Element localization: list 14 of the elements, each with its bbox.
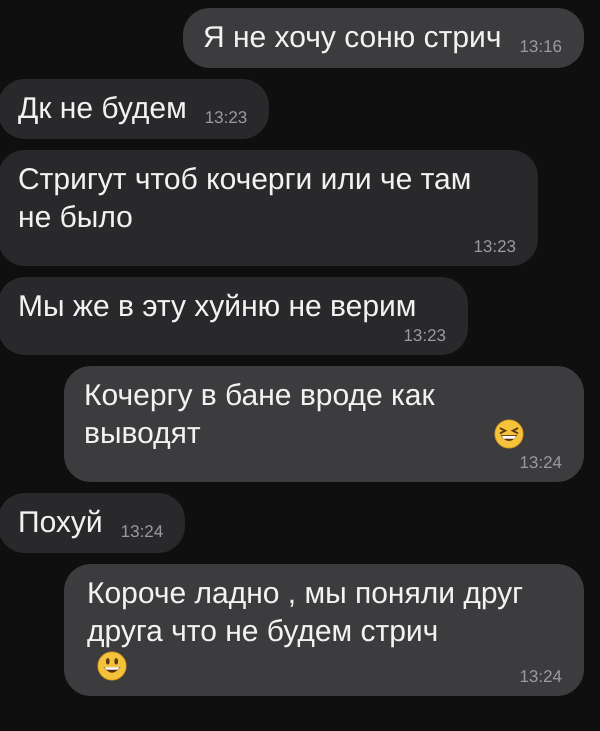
message-text: Мы же в эту хуйню не верим	[18, 289, 416, 325]
message-text: Похуй	[18, 505, 103, 541]
message-time: 13:16	[518, 36, 562, 58]
message-time: 13:24	[518, 453, 562, 473]
message-text: Стригут чтоб кочерги или че там не было	[18, 162, 472, 236]
message-text: Кочергу в бане вроде как выводят	[84, 378, 436, 452]
message-text: Короче ладно , мы поняли друг друга что не будем стрич	[87, 576, 524, 650]
message-time: 13:23	[204, 107, 248, 129]
message-time: 13:23	[402, 326, 446, 346]
message-text: Я не хочу соню стрич	[202, 20, 502, 56]
message-time: 13:23	[472, 237, 516, 257]
message-text: Дк не будем	[18, 91, 187, 127]
message-time: 13:24	[120, 521, 164, 543]
message-time: 13:24	[518, 667, 562, 687]
